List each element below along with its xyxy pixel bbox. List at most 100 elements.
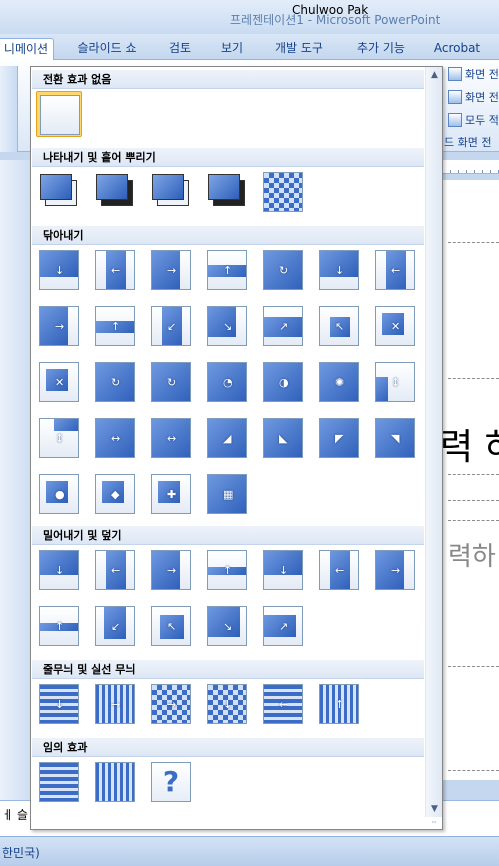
transition-thumbnail[interactable]: →	[372, 547, 418, 593]
transition-thumbnail[interactable]: ↑	[204, 247, 250, 293]
transition-thumbnail[interactable]: ↙	[148, 303, 194, 349]
slide-canvas[interactable]	[442, 180, 499, 780]
wipe-icon: ◆	[95, 474, 135, 514]
transition-thumbnail[interactable]: ↔	[148, 415, 194, 461]
transition-thumbnail[interactable]: ◣	[260, 415, 306, 461]
transition-thumbnail[interactable]: ◔	[204, 359, 250, 405]
slide-title-placeholder[interactable]: 력 하	[440, 418, 499, 470]
transition-thumbnail[interactable]: ←	[92, 547, 138, 593]
transition-thumbnail[interactable]: ↻	[260, 247, 306, 293]
transition-thumbnail[interactable]: →	[148, 547, 194, 593]
wipe-icon: ◤	[319, 418, 359, 458]
transition-thumbnail[interactable]: ◆	[92, 471, 138, 517]
transition-thumbnail[interactable]	[204, 169, 250, 215]
transition-thumbnail[interactable]: ←	[316, 547, 362, 593]
wipe-icon: ↓	[319, 250, 359, 290]
transition-thumbnail[interactable]: ●	[36, 471, 82, 517]
transition-thumbnail[interactable]	[36, 759, 82, 805]
ribbon-scroll-left[interactable]	[0, 66, 18, 152]
push-cover-icon: →	[375, 550, 415, 590]
transition-thumbnail[interactable]: ◑	[260, 359, 306, 405]
gallery-scrollbar[interactable]: ▲ ▼	[425, 67, 442, 817]
resize-grip[interactable]: ···	[425, 817, 442, 829]
transition-thumbnail[interactable]: ✚	[148, 471, 194, 517]
transition-thumbnail[interactable]: ↗	[260, 603, 306, 649]
tab-view[interactable]: 보기	[212, 38, 252, 60]
transition-thumbnail[interactable]: ↗	[260, 303, 306, 349]
transition-thumbnail[interactable]: →	[148, 681, 194, 727]
transition-thumbnail[interactable]: ↔	[92, 415, 138, 461]
scroll-up-arrow[interactable]: ▲	[426, 67, 443, 83]
transition-thumbnail[interactable]	[36, 169, 82, 215]
transition-thumbnail[interactable]: ✺	[316, 359, 362, 405]
transition-thumbnail[interactable]: ?	[148, 759, 194, 805]
scroll-down-arrow[interactable]: ▼	[426, 801, 443, 817]
gallery-section-header: 전환 효과 없음	[32, 70, 424, 89]
tab-acrobat[interactable]: Acrobat	[428, 38, 486, 60]
transition-thumbnail[interactable]: ↙	[92, 603, 138, 649]
arrow-icon: ↑	[223, 564, 233, 577]
arrow-icon: ✚	[167, 488, 177, 501]
arrow-icon: →	[167, 698, 177, 711]
transition-thumbnail[interactable]: ↓	[316, 247, 362, 293]
arrow-icon: →	[167, 264, 177, 277]
transition-thumbnail[interactable]: ↕	[36, 415, 82, 461]
transition-thumbnail[interactable]	[148, 169, 194, 215]
transition-thumbnail[interactable]: ▦	[204, 471, 250, 517]
arrow-icon: ←	[279, 698, 289, 711]
transition-thumbnail[interactable]: →	[92, 681, 138, 727]
notes-text: ㅔ 슬	[2, 808, 28, 822]
transition-thumbnail[interactable]: ↑	[316, 681, 362, 727]
arrow-icon: ↑	[223, 264, 233, 277]
transition-thumbnail[interactable]: ↓	[36, 247, 82, 293]
tab-developer[interactable]: 개발 도구	[264, 38, 334, 60]
transition-thumbnail[interactable]: ↑	[204, 547, 250, 593]
transition-thumbnail[interactable]: ←	[260, 681, 306, 727]
tab-addins[interactable]: 추가 기능	[346, 38, 416, 60]
transition-thumbnail[interactable]: ←	[372, 247, 418, 293]
push-cover-icon: ↑	[207, 550, 247, 590]
transition-thumbnail[interactable]: ✕	[36, 359, 82, 405]
transition-thumbnail[interactable]: ↑	[36, 603, 82, 649]
transition-thumbnail[interactable]: ↖	[148, 603, 194, 649]
transition-thumbnail[interactable]: ↘	[204, 303, 250, 349]
transition-thumbnail[interactable]: ↕	[372, 359, 418, 405]
arrow-icon: ↓	[279, 564, 289, 577]
transition-thumbnail[interactable]: ✕	[372, 303, 418, 349]
transition-thumbnail[interactable]: ↓	[36, 681, 82, 727]
transition-thumbnail[interactable]: ↓	[36, 547, 82, 593]
transition-thumbnail[interactable]: →	[36, 303, 82, 349]
slides-pane[interactable]	[0, 160, 30, 800]
arrow-icon: →	[55, 320, 65, 333]
transition-thumbnail[interactable]: ↓	[204, 681, 250, 727]
transition-thumbnail[interactable]: ◤	[316, 415, 362, 461]
transition-thumbnail[interactable]: ↘	[204, 603, 250, 649]
transition-thumbnail[interactable]: →	[148, 247, 194, 293]
apply-to-all-button[interactable]: 모두 적	[448, 112, 499, 130]
tab-review[interactable]: 검토	[160, 38, 200, 60]
transition-thumbnail[interactable]: ↖	[316, 303, 362, 349]
tab-slideshow[interactable]: 슬라이드 쇼	[66, 38, 148, 60]
transition-thumbnail[interactable]	[92, 169, 138, 215]
transition-thumbnail[interactable]: ◥	[372, 415, 418, 461]
transition-thumbnail[interactable]: ↻	[148, 359, 194, 405]
push-cover-icon: ↖	[151, 606, 191, 646]
transition-thumbnail[interactable]: ↓	[260, 547, 306, 593]
fade-icon	[152, 174, 184, 200]
transition-thumbnail[interactable]: ←	[92, 247, 138, 293]
push-cover-icon: ↓	[263, 550, 303, 590]
transition-thumbnail[interactable]	[260, 169, 306, 215]
transition-none-thumbnail[interactable]	[36, 91, 82, 137]
transition-thumbnail[interactable]	[92, 759, 138, 805]
transition-thumbnail[interactable]: ◢	[204, 415, 250, 461]
arrow-icon: ◥	[391, 432, 400, 445]
arrow-icon: ←	[391, 264, 401, 277]
slide-subtitle-placeholder[interactable]: 력하	[448, 536, 496, 573]
transition-thumbnail[interactable]: ↻	[92, 359, 138, 405]
transition-thumbnail[interactable]: ↑	[92, 303, 138, 349]
status-language: 한민국)	[2, 846, 40, 860]
push-cover-icon: ↙	[95, 606, 135, 646]
transition-speed-button[interactable]: 화면 전	[448, 89, 499, 107]
tab-animations[interactable]: 니메이션	[0, 38, 54, 60]
transition-sound-button[interactable]: 화면 전	[448, 66, 499, 84]
